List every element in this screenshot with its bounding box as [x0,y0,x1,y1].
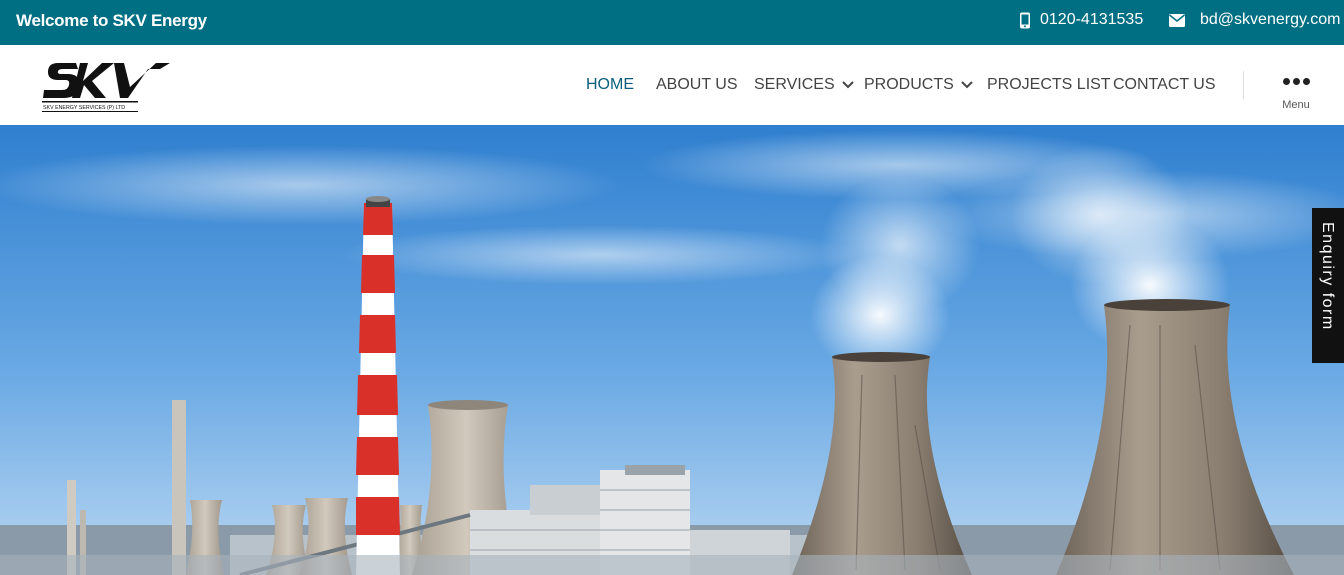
logo-tagline: SKV ENERGY SERVICES (P) LTD [43,105,125,111]
welcome-text: Welcome to SKV Energy [16,11,207,30]
nav-contact-us[interactable]: CONTACT US [1113,76,1216,94]
company-logo[interactable]: SKV ENERGY SERVICES (P) LTD [40,59,172,115]
hero-banner [0,125,1344,575]
nav-services[interactable]: SERVICES [754,76,854,94]
phone-icon [1020,12,1030,28]
phone-contact[interactable]: 0120-4131535 [1019,11,1143,29]
enquiry-form-tab[interactable]: Enquiry form [1312,208,1344,363]
nav-contact-label: CONTACT US [1113,76,1216,93]
menu-button[interactable]: Menu [1276,78,1316,111]
enquiry-form-label: Enquiry form [1319,222,1336,331]
top-bar: Welcome to SKV Energy 0120-4131535 bd@sk… [0,0,1344,45]
power-plant-image [0,125,1344,575]
nav-divider [1243,71,1244,99]
nav-home-label: HOME [586,76,634,93]
nav-services-label: SERVICES [754,76,835,93]
email-contact[interactable]: bd@skvenergy.com [1169,11,1340,29]
nav-about-us[interactable]: ABOUT US [656,76,738,94]
nav-home[interactable]: HOME [586,76,634,94]
envelope-icon [1169,13,1185,27]
phone-number: 0120-4131535 [1040,11,1144,28]
nav-about-label: ABOUT US [656,76,738,93]
nav-projects-label: PROJECTS LIST [987,76,1111,93]
chevron-down-icon [841,81,854,89]
email-address: bd@skvenergy.com [1200,11,1341,28]
menu-label: Menu [1282,99,1310,111]
more-dots-icon [1276,78,1316,85]
nav-products-label: PRODUCTS [864,76,954,93]
main-navbar: SKV ENERGY SERVICES (P) LTD HOME ABOUT U… [0,45,1344,125]
nav-projects-list[interactable]: PROJECTS LIST [987,76,1111,94]
nav-products[interactable]: PRODUCTS [864,76,973,94]
chevron-down-icon [961,81,973,89]
